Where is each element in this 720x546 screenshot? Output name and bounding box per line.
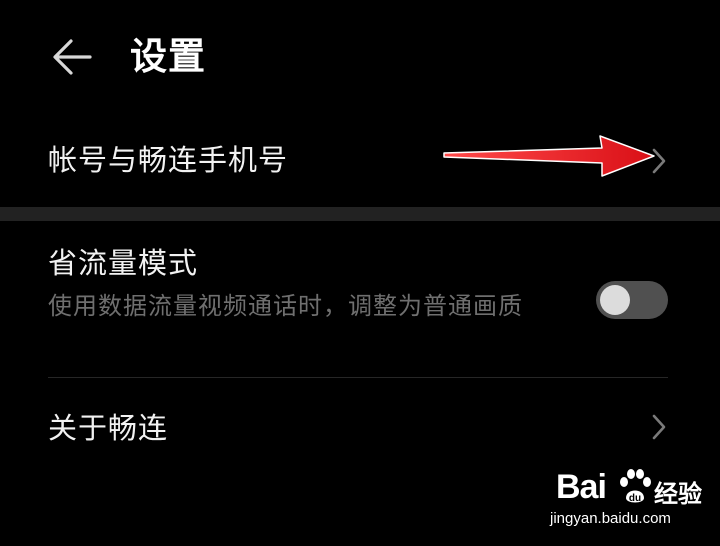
svg-text:du: du	[629, 493, 641, 504]
back-button[interactable]	[44, 30, 100, 86]
settings-item-about-label: 关于畅连	[48, 411, 169, 445]
data-saver-toggle[interactable]	[596, 281, 668, 319]
watermark-logo-cn: 经验	[654, 480, 702, 508]
watermark-logo-text: Bai	[556, 468, 607, 506]
annotation-arrow-icon	[443, 135, 655, 177]
list-divider	[48, 377, 668, 378]
settings-item-data-saver-label: 省流量模式	[48, 246, 199, 280]
watermark-url: jingyan.baidu.com	[550, 510, 671, 527]
paw-icon: du	[620, 469, 651, 504]
toggle-knob	[600, 285, 630, 315]
settings-item-data-saver: 省流量模式 使用数据流量视频通话时，调整为普通画质	[0, 221, 720, 377]
settings-item-data-saver-description: 使用数据流量视频通话时，调整为普通画质	[48, 292, 523, 320]
settings-item-account-label: 帐号与畅连手机号	[48, 143, 289, 177]
page-title: 设置	[130, 35, 206, 78]
title-bar: 设置	[0, 0, 720, 116]
settings-item-about[interactable]: 关于畅连	[0, 380, 720, 476]
chevron-right-icon	[652, 414, 666, 440]
arrow-left-icon	[53, 39, 92, 75]
section-divider	[0, 207, 720, 221]
baidu-jingyan-watermark: Bai du 经验 jingyan.baidu.com	[540, 466, 710, 536]
